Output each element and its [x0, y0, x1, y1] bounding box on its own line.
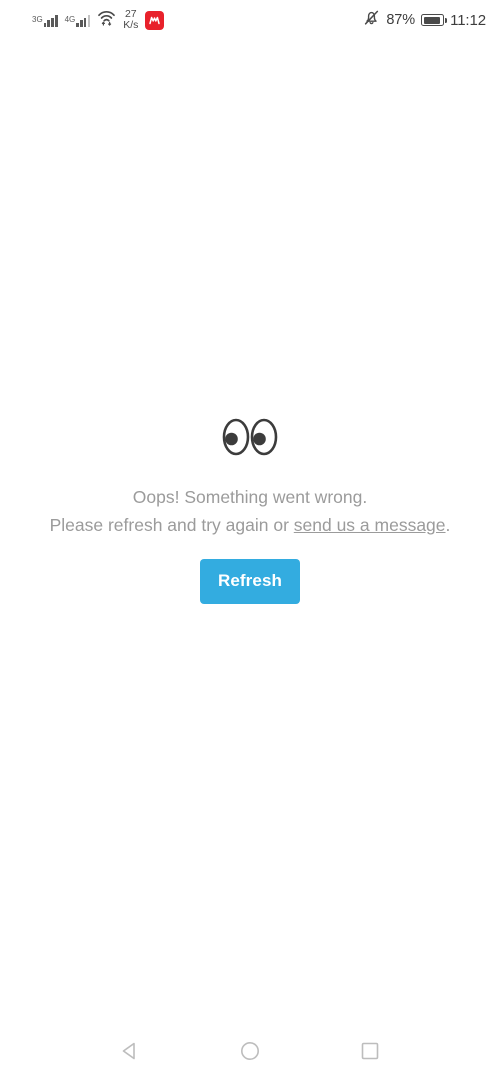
error-subtext-prefix: Please refresh and try again or	[49, 514, 294, 535]
error-subtext-suffix: .	[445, 514, 451, 535]
nav-home-button[interactable]	[226, 1027, 274, 1075]
error-headline: Oops! Something went wrong.	[132, 486, 368, 507]
nav-back-button[interactable]	[106, 1027, 154, 1075]
nav-recents-button[interactable]	[346, 1027, 394, 1075]
refresh-button[interactable]: Refresh	[200, 558, 300, 604]
send-us-a-message-link[interactable]: send us a message	[294, 515, 446, 535]
android-navigation-bar	[0, 1018, 500, 1083]
eyes-emoji	[219, 415, 281, 464]
error-subtext: Please refresh and try again or send us …	[50, 511, 451, 539]
error-panel: Oops! Something went wrong. Please refre…	[0, 0, 500, 1018]
